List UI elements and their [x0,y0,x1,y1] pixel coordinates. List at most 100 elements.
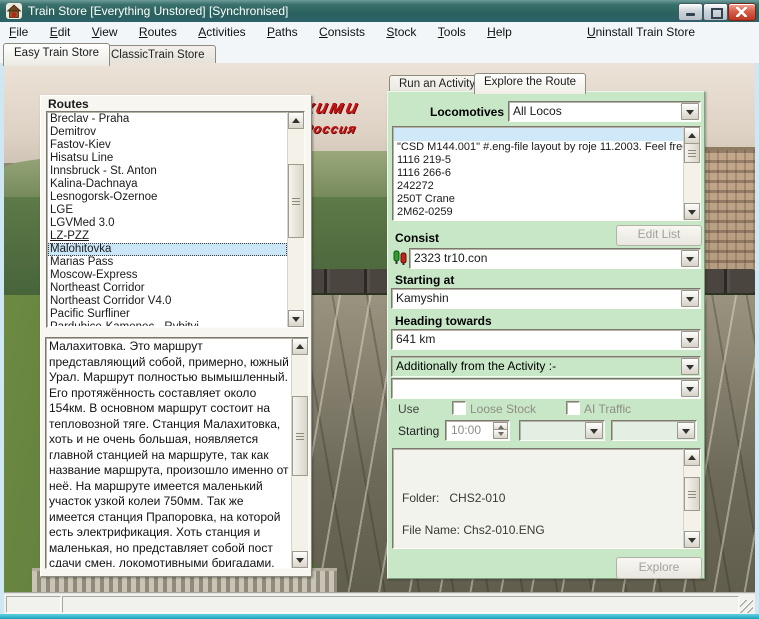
route-item[interactable]: LGVMed 3.0 [48,217,287,230]
explore-button[interactable]: Explore [616,557,702,579]
edit-list-button[interactable]: Edit List [616,225,702,246]
heading-towards-label: Heading towards [395,314,492,328]
route-item[interactable]: LZ-PZZ [48,230,287,243]
route-item-selected[interactable]: Malohitovka [48,243,287,256]
route-item[interactable]: Northeast Corridor V4.0 [48,295,287,308]
menu-uninstall-train-store[interactable]: Uninstall Train Store [587,25,695,39]
routes-rows: Breclav - Praha Demitrov Fastov-Kiev His… [48,113,287,326]
routes-listbox[interactable]: Breclav - Praha Demitrov Fastov-Kiev His… [46,111,305,328]
scrollbar-thumb[interactable] [684,143,700,163]
menu-edit-rest: dit [58,25,71,39]
tab-explore-the-route[interactable]: Explore the Route [474,73,586,94]
locomotive-item[interactable]: 1116 266-6 [394,167,683,180]
locomotives-listbox[interactable]: "CSD M144.001" #.eng-file layout by roje… [392,126,701,221]
route-item[interactable]: Kalina-Dachnaya [48,178,287,191]
route-item[interactable]: Lesnogorsk-Ozernoe [48,191,287,204]
scrollbar-thumb[interactable] [288,164,304,238]
title-bar[interactable]: Train Store [Everything Unstored] [Synch… [0,0,759,23]
dropdown-arrow-icon[interactable] [585,422,603,439]
locomotives-scrollbar[interactable] [683,127,700,220]
menu-edit[interactable]: Edit [41,22,80,39]
dropdown-arrow-icon[interactable] [681,331,699,348]
route-item[interactable]: Moscow-Express [48,269,287,282]
starting-time-spinner[interactable]: 10:00 [445,420,510,441]
menu-activities[interactable]: Activities [189,22,254,39]
ai-traffic-label: AI Traffic [584,402,631,416]
locomotive-item[interactable]: 242272 [394,180,683,193]
route-item[interactable]: Fastov-Kiev [48,139,287,152]
menu-consists-rest: onsists [328,25,365,39]
route-item[interactable]: LGE [48,204,287,217]
locomotive-item[interactable]: 2M62-0259 [394,206,683,219]
routes-label: Routes [48,97,89,111]
info-scrollbar[interactable] [683,449,700,548]
close-button[interactable] [728,3,756,21]
scroll-down-icon[interactable] [292,551,308,568]
consist-select[interactable]: 2323 tr10.con [409,248,701,269]
scroll-down-icon[interactable] [684,203,700,220]
scroll-down-icon[interactable] [288,310,304,327]
starting-at-select[interactable]: Kamyshin [391,288,701,309]
starting-at-value: Kamyshin [396,291,681,305]
locomotives-value: All Locos [513,104,681,118]
menu-paths[interactable]: Paths [258,22,307,39]
dropdown-arrow-icon[interactable] [681,103,699,120]
routes-scrollbar[interactable] [287,112,304,327]
resize-grip[interactable] [740,600,753,613]
spinner-buttons [493,422,508,439]
thumb-grip-icon [292,198,300,205]
menu-routes[interactable]: Routes [130,22,186,39]
route-description-text: Малахитовка. Это маршрут представляющий … [49,339,289,567]
dropdown-arrow-icon[interactable] [681,250,699,267]
ai-traffic-checkbox[interactable] [566,401,580,415]
route-item[interactable]: Pacific Surfliner [48,308,287,321]
spin-down-icon[interactable] [493,429,508,439]
locomotive-item[interactable]: 250T Crane [394,193,683,206]
scroll-up-icon[interactable] [288,112,304,129]
locomotive-item[interactable]: 1116 219-5 [394,154,683,167]
dropdown-arrow-icon[interactable] [681,290,699,307]
file-name-value: Chs2-010.ENG [463,523,544,537]
additional-activity-select[interactable]: Additionally from the Activity :- [391,356,701,377]
route-item[interactable]: Pardubice-Kamenec - Rybitvi [48,321,287,326]
description-scrollbar[interactable] [291,338,308,568]
menu-view[interactable]: View [83,22,127,39]
scroll-down-icon[interactable] [684,531,700,548]
activity-extra-select[interactable] [391,378,701,399]
menu-consists[interactable]: Consists [310,22,374,39]
menu-tools[interactable]: Tools [429,22,475,39]
route-item[interactable]: Innsbruck - St. Anton [48,165,287,178]
menu-help[interactable]: Help [478,22,521,39]
route-description-box[interactable]: Малахитовка. Это маршрут представляющий … [45,337,309,569]
menu-stock[interactable]: Stock [377,22,425,39]
scrollbar-thumb[interactable] [292,396,308,476]
route-item[interactable]: Northeast Corridor [48,282,287,295]
locomotive-item[interactable]: "CSD M144.001" #.eng-file layout by roje… [394,141,683,154]
route-item[interactable]: Marias Pass [48,256,287,269]
locomotive-item-selected[interactable] [394,128,683,141]
route-item[interactable]: Demitrov [48,126,287,139]
menu-stock-rest: tock [394,25,416,39]
dropdown-arrow-icon[interactable] [681,380,699,397]
tab-easy-train-store[interactable]: Easy Train Store [3,43,110,66]
close-icon [736,7,747,17]
file-info-box: Folder: CHS2-010 File Name: Chs2-010.ENG [392,448,701,549]
scroll-up-icon[interactable] [684,127,700,144]
menu-file[interactable]: File [0,22,37,39]
loose-stock-checkbox[interactable] [452,401,466,415]
scroll-up-icon[interactable] [292,338,308,355]
route-item[interactable]: Breclav - Praha [48,113,287,126]
minimize-button[interactable] [678,3,703,21]
main-tab-strip: Easy Train Store ClassicTrain Store [0,42,759,63]
heading-towards-select[interactable]: 641 km [391,329,701,350]
route-item[interactable]: Hisatsu Line [48,152,287,165]
dropdown-arrow-icon[interactable] [681,358,699,375]
maximize-button[interactable] [703,3,728,21]
dropdown-arrow-icon[interactable] [677,422,695,439]
scrollbar-thumb[interactable] [684,477,700,511]
locomotives-select[interactable]: All Locos [508,101,701,122]
scroll-up-icon[interactable] [684,449,700,466]
starting-option2-select[interactable] [611,420,697,441]
starting-option1-select[interactable] [519,420,605,441]
folder-line: Folder: CHS2-010 [402,491,505,505]
